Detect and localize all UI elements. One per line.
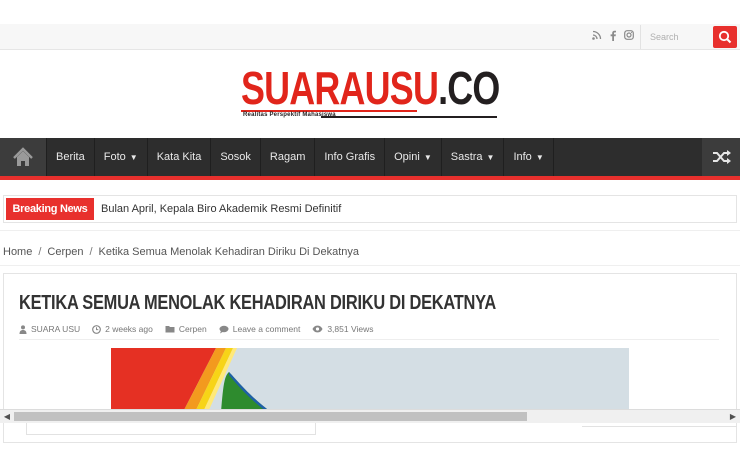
page: { "topbar": { "social_icons": ["rss-icon… (0, 0, 740, 451)
chevron-down-icon: ▼ (535, 152, 544, 162)
comment-icon (219, 325, 229, 333)
breadcrumb-category[interactable]: Cerpen (47, 246, 83, 258)
nav-accent-bar (0, 176, 740, 180)
content-box-edge (582, 423, 737, 427)
post-meta: SUARA USU 2 weeks ago Cerpen Leave a com… (19, 324, 373, 334)
nav-home[interactable] (0, 138, 46, 176)
breadcrumb: Home / Cerpen / Ketika Semua Menolak Keh… (3, 246, 359, 258)
main-nav: Berita Foto ▼ Kata Kita Sosok Ragam Info … (0, 138, 740, 176)
post-author[interactable]: SUARA USU (19, 324, 80, 334)
search-icon (718, 30, 732, 44)
nav-item-info[interactable]: Info ▼ (503, 138, 554, 176)
post-time: 2 weeks ago (92, 324, 153, 334)
scroll-right-icon[interactable]: ▶ (726, 410, 740, 423)
site-logo[interactable]: SUARAUSU.CO Realitas Perspektif Mahasisw… (241, 64, 501, 124)
post-comment-link[interactable]: Leave a comment (219, 324, 300, 334)
divider (0, 230, 740, 231)
nav-item-opini[interactable]: Opini ▼ (384, 138, 441, 176)
breadcrumb-separator: / (89, 246, 93, 258)
nav-item-info-grafis[interactable]: Info Grafis (314, 138, 384, 176)
post-title: KETIKA SEMUA MENOLAK KEHADIRAN DIRIKU DI… (19, 292, 496, 314)
social-links (592, 30, 634, 42)
nav-item-sosok[interactable]: Sosok (210, 138, 260, 176)
breadcrumb-current: Ketika Semua Menolak Kehadiran Diriku Di… (98, 246, 360, 258)
rss-icon[interactable] (592, 30, 602, 42)
breaking-news-headline[interactable]: Bulan April, Kepala Biro Akademik Resmi … (101, 196, 341, 222)
shuffle-icon (713, 150, 731, 164)
logo-underline-dark (321, 116, 497, 118)
breadcrumb-separator: / (38, 246, 42, 258)
search-input[interactable] (642, 27, 712, 47)
scrollbar-thumb[interactable] (14, 412, 527, 421)
post-category[interactable]: Cerpen (165, 324, 207, 334)
scroll-left-icon[interactable]: ◀ (0, 410, 14, 423)
content-box-edge (26, 423, 316, 435)
instagram-icon[interactable] (624, 30, 634, 42)
chevron-down-icon: ▼ (423, 152, 432, 162)
featured-image-art (111, 348, 629, 412)
home-icon (13, 147, 33, 166)
breadcrumb-home[interactable]: Home (3, 246, 32, 258)
nav-item-berita[interactable]: Berita (46, 138, 94, 176)
logo-tagline: Realitas Perspektif Mahasiswa (243, 112, 336, 118)
breaking-news-bar: Breaking News Bulan April, Kepala Biro A… (3, 195, 737, 223)
nav-item-ragam[interactable]: Ragam (259, 138, 314, 176)
search-button[interactable] (713, 26, 737, 48)
clock-icon (92, 324, 102, 334)
featured-image (111, 348, 629, 412)
divider (19, 339, 719, 340)
nav-item-kata-kita[interactable]: Kata Kita (146, 138, 211, 176)
eye-icon (312, 325, 323, 333)
logo-wordmark: SUARAUSU.CO (241, 62, 500, 114)
folder-icon (165, 326, 175, 333)
nav-item-foto[interactable]: Foto ▼ (93, 138, 147, 176)
top-bar (0, 24, 740, 50)
divider (0, 265, 740, 266)
nav-item-sastra[interactable]: Sastra ▼ (440, 138, 504, 176)
facebook-icon[interactable] (608, 30, 618, 42)
user-icon (19, 324, 27, 334)
chevron-down-icon: ▼ (486, 152, 495, 162)
search-box (640, 25, 740, 49)
post-views: 3,851 Views (312, 324, 373, 334)
random-post-button[interactable] (702, 138, 740, 176)
horizontal-scrollbar[interactable]: ◀ ▶ (0, 409, 740, 423)
chevron-down-icon: ▼ (129, 152, 138, 162)
nav-items: Berita Foto ▼ Kata Kita Sosok Ragam Info … (46, 138, 554, 176)
breaking-news-label: Breaking News (6, 198, 94, 220)
